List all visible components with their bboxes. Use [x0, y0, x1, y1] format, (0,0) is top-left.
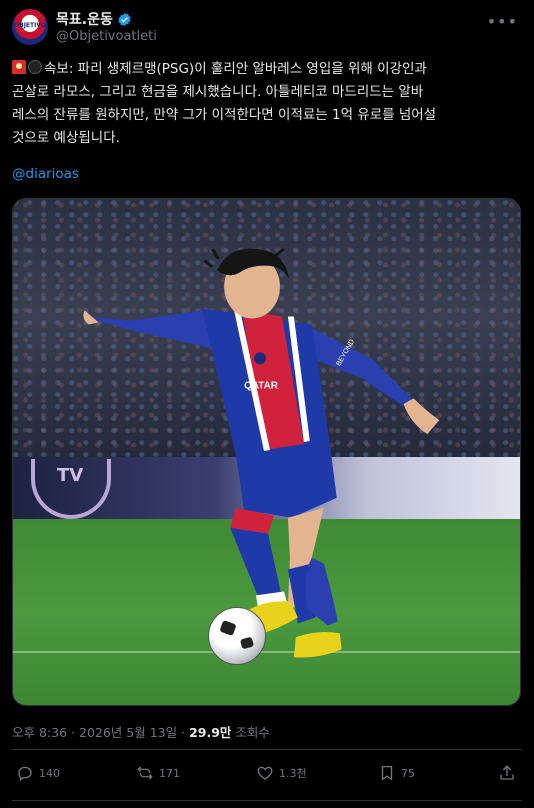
- meta-separator-1: ·: [71, 725, 76, 740]
- divider-top: [12, 749, 522, 750]
- display-name[interactable]: 목표.운동: [56, 9, 113, 29]
- tweet-date[interactable]: 2026년 5월 13일: [79, 725, 177, 740]
- repost-count: 171: [159, 766, 180, 780]
- share-icon: [500, 765, 514, 780]
- reply-icon: [18, 766, 32, 782]
- tweet-line-4: 것으로 예상됩니다.: [12, 130, 120, 146]
- more-options-icon[interactable]: •••: [487, 12, 518, 31]
- meta-separator-2: ·: [181, 725, 186, 740]
- reply-button[interactable]: 140: [16, 764, 60, 782]
- views-count[interactable]: 29.9만: [189, 725, 231, 740]
- action-bar: 140 171 1.3천 75: [0, 764, 534, 788]
- repost-button[interactable]: 171: [136, 764, 180, 782]
- avatar[interactable]: OBJETIVO: [12, 9, 48, 45]
- verified-badge-icon: [118, 12, 131, 26]
- bookmark-icon: [381, 765, 393, 781]
- mention-link[interactable]: @diarioas: [12, 166, 79, 182]
- bomb-emoji-icon: [28, 60, 42, 74]
- tweet-header: OBJETIVO 목표.운동 @Objetivoatleti •••: [12, 9, 522, 47]
- tweet-photo[interactable]: TV QATAR BEYOND: [12, 198, 521, 706]
- siren-emoji-icon: [12, 60, 26, 74]
- reply-count: 140: [39, 766, 60, 780]
- jersey-sponsor: QATAR: [244, 380, 278, 391]
- heart-icon: [257, 766, 273, 780]
- bookmark-count: 75: [401, 766, 415, 780]
- like-count: 1.3천: [279, 767, 307, 780]
- repost-icon: [137, 766, 153, 780]
- tweet-line-1: 속보: 파리 생제르맹(PSG)이 훌리안 알바레스 영입을 위해 이강인과: [12, 58, 520, 81]
- like-button[interactable]: 1.3천: [256, 764, 307, 782]
- author-handle[interactable]: @Objetivoatleti: [56, 29, 157, 44]
- tweet-line-3: 레스의 잔류를 원하지만, 만약 그가 이적한다면 이적료는 1억 유로를 넘어…: [12, 107, 437, 123]
- bookmark-button[interactable]: 75: [378, 764, 415, 782]
- tweet-line-2: 곤살로 라모스, 그리고 현금을 제시했습니다. 아틀레티코 마드리드는 알바: [12, 84, 424, 100]
- author-name-row[interactable]: 목표.운동: [56, 9, 132, 29]
- tweet-timestamp[interactable]: 오후 8:36 · 2026년 5월 13일 · 29.9만 조회수: [12, 722, 270, 741]
- player-figure: QATAR BEYOND: [82, 247, 440, 658]
- tweet-text: 속보: 파리 생제르맹(PSG)이 훌리안 알바레스 영입을 위해 이강인과 곤…: [12, 58, 520, 150]
- tweet-time[interactable]: 오후 8:36: [12, 725, 67, 740]
- tweet-line-1-text: 속보: 파리 생제르맹(PSG)이 훌리안 알바레스 영입을 위해 이강인과: [44, 61, 427, 77]
- share-button[interactable]: [498, 764, 516, 782]
- avatar-text: OBJETIVO: [14, 22, 46, 29]
- views-label: 조회수: [235, 725, 270, 740]
- psg-crest-icon: [252, 350, 268, 367]
- divider-bottom: [12, 800, 522, 801]
- football: [208, 607, 266, 665]
